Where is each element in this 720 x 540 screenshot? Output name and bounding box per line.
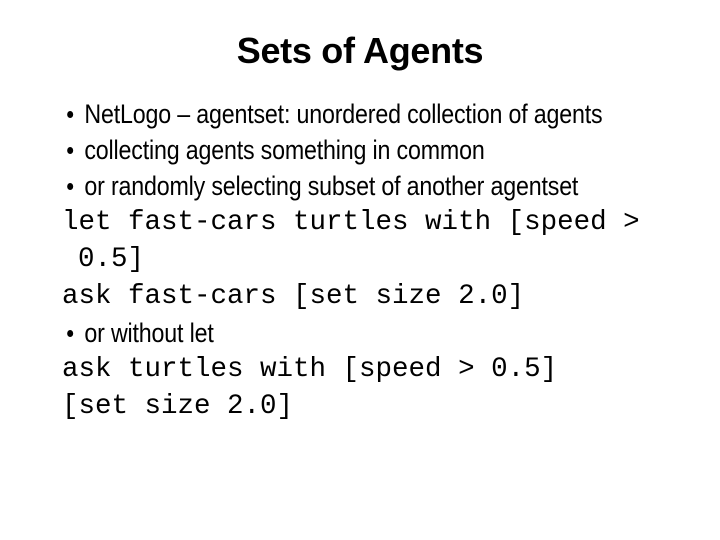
- code-line: ask turtles with [speed > 0.5]: [62, 354, 558, 385]
- slide-body: NetLogo – agentset: unordered collection…: [62, 96, 682, 425]
- bullet-item-label: NetLogo – agentset: unordered collection…: [84, 99, 603, 129]
- bullet-item: collecting agents something in common: [62, 132, 703, 168]
- bullet-dot-icon: [67, 183, 74, 190]
- code-line: [set size 2.0]: [62, 391, 294, 422]
- code-line: let fast-cars turtles with [speed > 0.5]: [62, 207, 657, 275]
- presentation-slide: Sets of Agents NetLogo – agentset: unord…: [0, 0, 720, 540]
- bullet-item: NetLogo – agentset: unordered collection…: [62, 96, 703, 132]
- code-line: ask fast-cars [set size 2.0]: [62, 281, 525, 312]
- bullet-dot-icon: [67, 111, 74, 118]
- bullet-item: or randomly selecting subset of another …: [62, 168, 703, 204]
- bullet-item-label: or without let: [84, 318, 214, 348]
- bullet-item: or without let: [62, 315, 703, 351]
- bullet-dot-icon: [67, 147, 74, 154]
- bullet-item-label: or randomly selecting subset of another …: [84, 171, 579, 201]
- bullet-item-label: collecting agents something in common: [84, 135, 485, 165]
- bullet-dot-icon: [67, 330, 74, 337]
- page-title: Sets of Agents: [236, 30, 484, 71]
